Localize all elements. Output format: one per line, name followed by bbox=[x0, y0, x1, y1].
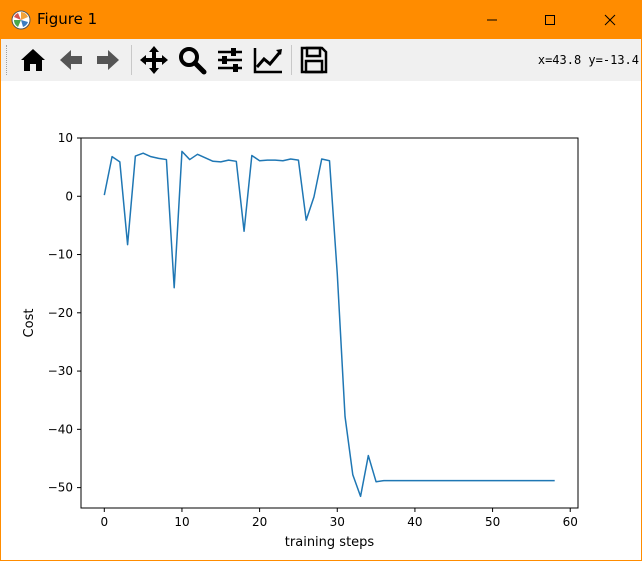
home-button[interactable] bbox=[16, 44, 50, 76]
y-tick-label: −10 bbox=[48, 248, 73, 262]
y-tick-label: −20 bbox=[48, 306, 73, 320]
maximize-icon bbox=[545, 15, 555, 25]
back-button[interactable] bbox=[54, 44, 88, 76]
toolbar-separator bbox=[131, 45, 132, 75]
x-tick-label: 40 bbox=[407, 515, 422, 529]
edit-axis-icon bbox=[253, 48, 282, 74]
home-icon bbox=[21, 49, 45, 71]
x-tick-label: 60 bbox=[563, 515, 578, 529]
pan-button[interactable] bbox=[137, 44, 171, 76]
axes-frame bbox=[80, 137, 579, 509]
figure-window: Figure 1 x=43.8 y=-13.4 0 10 20 30 40 50… bbox=[0, 0, 642, 561]
y-tick-label: −40 bbox=[48, 422, 73, 436]
maximize-button[interactable] bbox=[527, 1, 573, 39]
line-chart[interactable]: 0 10 20 30 40 50 60 10 0 −10 −20 −30 −40 −50 training… bbox=[1, 81, 641, 560]
zoom-button[interactable] bbox=[175, 44, 209, 76]
forward-icon bbox=[97, 50, 119, 70]
cost-series-line bbox=[103, 150, 555, 498]
minimize-icon bbox=[487, 19, 497, 21]
pan-icon bbox=[140, 46, 168, 74]
y-tick-label: 10 bbox=[58, 131, 73, 145]
y-tick-label: −50 bbox=[48, 481, 73, 495]
ticks-layer: 0 10 20 30 40 50 60 10 0 −10 −20 −30 −40 −50 bbox=[48, 131, 578, 529]
close-icon bbox=[604, 14, 616, 26]
cursor-coordinates: x=43.8 y=-13.4 bbox=[537, 53, 639, 67]
close-button[interactable] bbox=[587, 1, 633, 39]
forward-button[interactable] bbox=[91, 44, 125, 76]
x-axis-label: training steps bbox=[285, 535, 375, 550]
x-tick-label: 0 bbox=[100, 515, 108, 529]
y-tick-label: −30 bbox=[48, 364, 73, 378]
edit-axis-button[interactable] bbox=[251, 44, 285, 76]
y-tick-label: 0 bbox=[65, 189, 73, 203]
y-axis-label: Cost bbox=[22, 309, 37, 338]
x-tick-label: 20 bbox=[252, 515, 267, 529]
back-icon bbox=[60, 50, 82, 70]
x-tick-label: 30 bbox=[330, 515, 345, 529]
zoom-icon bbox=[179, 47, 207, 75]
save-icon bbox=[300, 46, 328, 74]
configure-subplots-button[interactable] bbox=[213, 44, 247, 76]
navigation-toolbar: x=43.8 y=-13.4 bbox=[1, 39, 641, 81]
x-tick-label: 10 bbox=[174, 515, 189, 529]
x-tick-label: 50 bbox=[485, 515, 500, 529]
minimize-button[interactable] bbox=[469, 1, 515, 39]
configure-subplots-icon bbox=[218, 48, 242, 72]
matplotlib-icon bbox=[11, 10, 31, 30]
save-button[interactable] bbox=[297, 44, 331, 76]
figure-canvas[interactable]: 0 10 20 30 40 50 60 10 0 −10 −20 −30 −40 −50 training… bbox=[1, 81, 641, 560]
window-title: Figure 1 bbox=[37, 10, 98, 28]
toolbar-separator bbox=[291, 45, 292, 75]
title-bar[interactable]: Figure 1 bbox=[1, 1, 641, 39]
toolbar-grip[interactable] bbox=[6, 45, 9, 75]
